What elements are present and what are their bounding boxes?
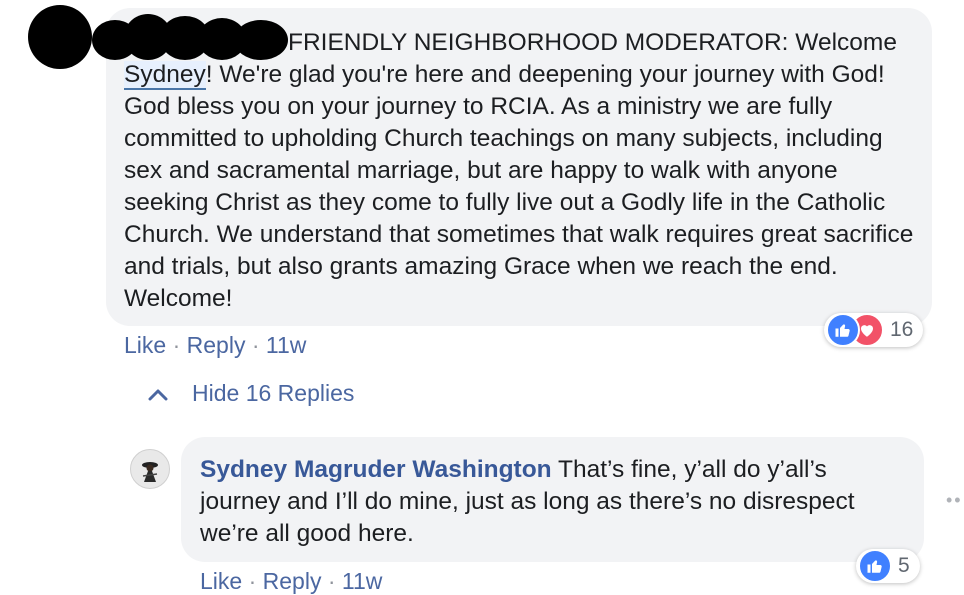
comment-body: ! We're glad you're here and deepening y… — [124, 61, 914, 312]
main-comment-text: FRIENDLY NEIGHBORHOOD MODERATOR: Welcome… — [124, 27, 924, 315]
main-comment-actions: Like · Reply · 11w — [124, 332, 306, 359]
reply-comment-actions: Like · Reply · 11w — [200, 568, 382, 595]
like-link[interactable]: Like — [200, 568, 242, 594]
like-icon — [858, 549, 892, 583]
reply-link[interactable]: Reply — [187, 332, 246, 358]
separator: · — [248, 568, 257, 594]
like-icon — [826, 313, 860, 347]
mention-link[interactable]: Sydney — [124, 61, 206, 90]
reply-author-link[interactable]: Sydney Magruder Washington — [200, 456, 552, 483]
comment-body-start: Welcome — [788, 29, 897, 56]
more-options-icon[interactable]: •• — [946, 490, 963, 511]
reply-comment-text: Sydney Magruder Washington That’s fine, … — [200, 454, 900, 550]
moderator-label: FRIENDLY NEIGHBORHOOD MODERATOR: — [288, 29, 789, 56]
reaction-count: 5 — [898, 554, 910, 577]
reply-link[interactable]: Reply — [263, 568, 322, 594]
separator: · — [327, 568, 336, 594]
reply-avatar[interactable] — [130, 449, 170, 489]
main-reactions[interactable]: 16 — [824, 313, 924, 347]
chevron-up-icon — [148, 387, 168, 401]
hide-replies-toggle[interactable]: Hide 16 Replies — [148, 380, 354, 407]
timestamp-link[interactable]: 11w — [266, 332, 307, 358]
reply-reactions[interactable]: 5 — [856, 549, 920, 583]
separator: · — [251, 332, 260, 358]
hide-replies-label: Hide 16 Replies — [192, 380, 355, 406]
separator: · — [172, 332, 181, 358]
timestamp-link[interactable]: 11w — [342, 568, 383, 594]
commenter-avatar[interactable] — [28, 5, 92, 69]
reaction-count: 16 — [890, 318, 914, 341]
like-link[interactable]: Like — [124, 332, 166, 358]
